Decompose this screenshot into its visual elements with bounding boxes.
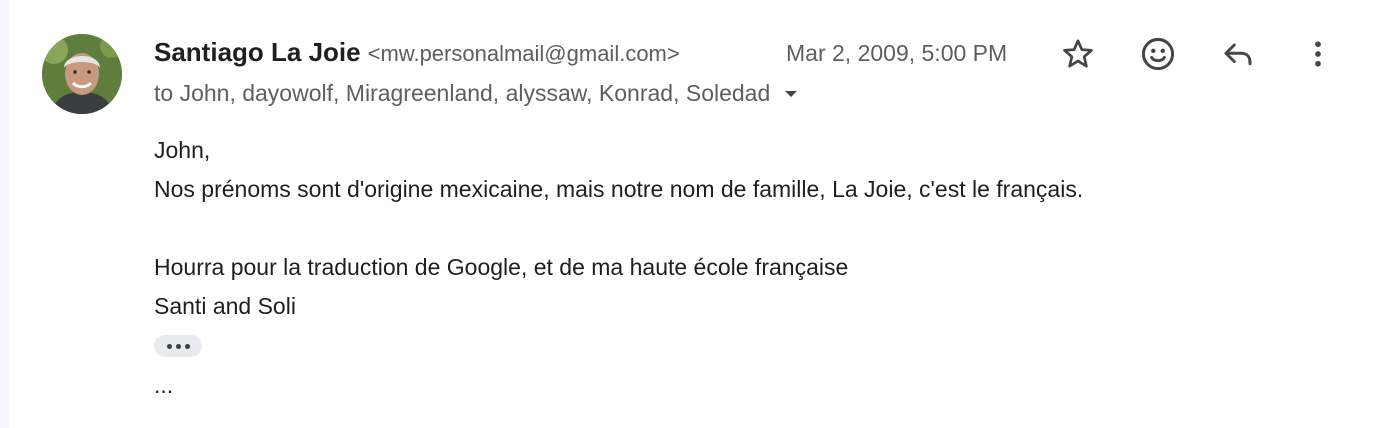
- sender-email: <mw.personalmail@gmail.com>: [367, 41, 680, 66]
- show-trimmed-content-button[interactable]: [154, 335, 202, 357]
- sender-avatar[interactable]: [42, 34, 122, 114]
- reply-button[interactable]: [1218, 34, 1258, 74]
- sender-name[interactable]: Santiago La Joie: [154, 37, 361, 68]
- smiley-icon: [1141, 37, 1175, 71]
- show-trimmed-content-icon: [166, 343, 172, 349]
- body-line: [154, 213, 1354, 252]
- more-options-button[interactable]: [1298, 34, 1338, 74]
- caret-down-icon[interactable]: [784, 89, 798, 99]
- recipients-toggle[interactable]: to John, dayowolf, Miragreenland, alyssa…: [154, 80, 798, 107]
- star-icon: [1063, 39, 1093, 68]
- avatar-photo: [42, 34, 122, 114]
- message-body: John, Nos prénoms sont d'origine mexicai…: [154, 135, 1354, 330]
- body-line: Hourra pour la traduction de Google, et …: [154, 254, 849, 280]
- body-line: Santi and Soli: [154, 293, 296, 319]
- body-line: John,: [154, 137, 211, 163]
- reply-icon: [1224, 43, 1252, 66]
- message-date: Mar 2, 2009, 5:00 PM: [786, 40, 1008, 66]
- body-line: Nos prénoms sont d'origine mexicaine, ma…: [154, 176, 1084, 202]
- add-reaction-button[interactable]: [1138, 34, 1178, 74]
- star-button[interactable]: [1058, 34, 1098, 74]
- left-border-strip: [0, 0, 10, 428]
- sender-line: Santiago La Joie <mw.personalmail@gmail.…: [154, 37, 680, 69]
- more-vertical-icon: [1315, 41, 1321, 67]
- trailing-text: ...: [154, 372, 174, 398]
- email-message-view: Santiago La Joie <mw.personalmail@gmail.…: [0, 0, 1392, 428]
- recipients-list: to John, dayowolf, Miragreenland, alyssa…: [154, 80, 771, 106]
